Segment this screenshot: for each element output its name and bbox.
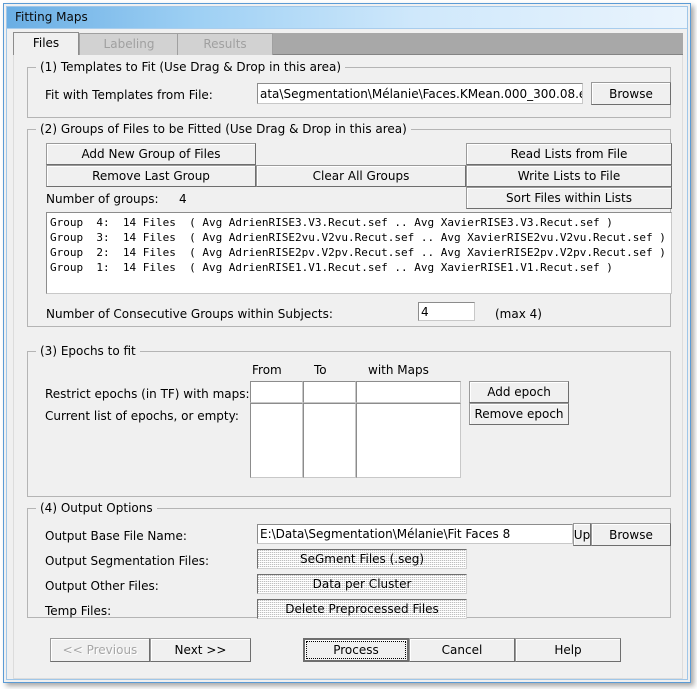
epochs-to-listbox[interactable] xyxy=(303,403,356,478)
templates-browse-button[interactable]: Browse xyxy=(591,82,671,105)
tab-results[interactable]: Results xyxy=(177,33,273,55)
window-inner-frame: Fitting Maps Files Labeling Results (1) … xyxy=(6,6,688,680)
cancel-button[interactable]: Cancel xyxy=(409,638,515,662)
epochs-with-maps-listbox[interactable] xyxy=(356,403,461,478)
epochs-column-to: To xyxy=(314,363,327,377)
sort-files-label: Sort Files within Lists xyxy=(506,191,632,205)
group-output-options: (4) Output Options Output Base File Name… xyxy=(27,501,671,619)
write-lists-label: Write Lists to File xyxy=(517,169,621,183)
read-lists-from-file-button[interactable]: Read Lists from File xyxy=(466,143,672,165)
consecutive-groups-max-label: (max 4) xyxy=(495,307,542,321)
group-epochs-to-fit: (3) Epochs to fit From To with Maps Rest… xyxy=(27,344,671,497)
add-new-group-label: Add New Group of Files xyxy=(81,147,221,161)
output-other-files-label: Output Other Files: xyxy=(45,579,159,593)
group-groups-legend: (2) Groups of Files to be Fitted (Use Dr… xyxy=(36,122,411,136)
consecutive-groups-label: Number of Consecutive Groups within Subj… xyxy=(46,307,333,321)
group-templates-legend: (1) Templates to Fit (Use Drag & Drop in… xyxy=(36,60,346,74)
consecutive-groups-input[interactable]: 4 xyxy=(418,302,475,321)
cancel-label: Cancel xyxy=(441,643,483,657)
current-list-epochs-label: Current list of epochs, or empty: xyxy=(45,409,239,423)
help-label: Help xyxy=(554,643,582,657)
tab-results-label: Results xyxy=(203,37,247,51)
group-output-legend: (4) Output Options xyxy=(36,501,157,515)
remove-last-group-button[interactable]: Remove Last Group xyxy=(46,165,256,187)
remove-epoch-label: Remove epoch xyxy=(474,407,564,421)
help-button[interactable]: Help xyxy=(515,638,621,662)
remove-epoch-button[interactable]: Remove epoch xyxy=(469,403,569,425)
add-new-group-button[interactable]: Add New Group of Files xyxy=(46,143,256,165)
epochs-from-listbox[interactable] xyxy=(250,403,303,478)
next-label: Next >> xyxy=(174,643,227,657)
epochs-column-with-maps: with Maps xyxy=(368,363,429,377)
tab-files-label: Files xyxy=(32,36,60,50)
group-templates-to-fit: (1) Templates to Fit (Use Drag & Drop in… xyxy=(27,60,671,118)
number-of-groups-value: 4 xyxy=(179,192,187,206)
segment-files-label: SeGment Files (.seg) xyxy=(299,552,425,566)
previous-button[interactable]: << Previous xyxy=(50,638,150,662)
title-bar[interactable]: Fitting Maps xyxy=(7,7,687,29)
group-epochs-legend: (3) Epochs to fit xyxy=(36,344,140,358)
output-up-button[interactable]: Up xyxy=(573,523,591,546)
restrict-with-maps-input[interactable] xyxy=(356,381,461,403)
read-lists-label: Read Lists from File xyxy=(510,147,628,161)
files-tab-panel: (1) Templates to Fit (Use Drag & Drop in… xyxy=(13,55,683,679)
restrict-from-input[interactable] xyxy=(250,381,303,403)
segment-files-toggle[interactable]: SeGment Files (.seg) xyxy=(257,549,467,569)
restrict-to-input[interactable] xyxy=(303,381,356,403)
window-title: Fitting Maps xyxy=(15,10,88,24)
output-segmentation-files-label: Output Segmentation Files: xyxy=(45,554,210,568)
data-per-cluster-label: Data per Cluster xyxy=(312,577,412,591)
write-lists-to-file-button[interactable]: Write Lists to File xyxy=(466,165,672,187)
template-file-value: ata\Segmentation\Mélanie\Faces.KMean.000… xyxy=(260,86,583,101)
group-groups-of-files: (2) Groups of Files to be Fitted (Use Dr… xyxy=(27,122,672,327)
output-base-name-value: E:\Data\Segmentation\Mélanie\Fit Faces 8 xyxy=(260,527,511,541)
clear-all-groups-label: Clear All Groups xyxy=(312,169,410,183)
output-browse-button[interactable]: Browse xyxy=(591,523,671,546)
templates-browse-label: Browse xyxy=(609,86,653,101)
output-base-name-input[interactable]: E:\Data\Segmentation\Mélanie\Fit Faces 8 xyxy=(257,524,573,544)
consecutive-groups-value: 4 xyxy=(421,304,429,319)
epochs-column-from: From xyxy=(252,363,282,377)
delete-preprocessed-files-label: Delete Preprocessed Files xyxy=(285,602,439,616)
number-of-groups-label: Number of groups: xyxy=(46,192,159,206)
template-file-input[interactable]: ata\Segmentation\Mélanie\Faces.KMean.000… xyxy=(257,83,583,104)
list-item[interactable]: Group 3: 14 Files ( Avg AdrienRISE2vu.V2… xyxy=(50,230,668,245)
groups-listbox[interactable]: Group 4: 14 Files ( Avg AdrienRISE3.V3.R… xyxy=(46,212,672,294)
tab-labeling-label: Labeling xyxy=(103,37,155,51)
process-button[interactable]: Process xyxy=(303,638,409,662)
output-base-file-name-label: Output Base File Name: xyxy=(45,529,187,543)
tab-strip: Files Labeling Results xyxy=(13,32,683,55)
add-epoch-label: Add epoch xyxy=(487,385,551,399)
restrict-epochs-label: Restrict epochs (in TF) with maps: xyxy=(45,387,250,401)
list-item[interactable]: Group 2: 14 Files ( Avg AdrienRISE2pv.V2… xyxy=(50,245,668,260)
remove-last-group-label: Remove Last Group xyxy=(92,169,210,183)
clear-all-groups-button[interactable]: Clear All Groups xyxy=(256,165,466,187)
list-item[interactable]: Group 4: 14 Files ( Avg AdrienRISE3.V3.R… xyxy=(50,215,668,230)
fit-with-templates-label: Fit with Templates from File: xyxy=(45,88,213,102)
next-button[interactable]: Next >> xyxy=(150,638,251,662)
output-up-label: Up xyxy=(573,527,591,542)
tab-labeling[interactable]: Labeling xyxy=(79,33,179,55)
data-per-cluster-toggle[interactable]: Data per Cluster xyxy=(257,574,467,594)
temp-files-label: Temp Files: xyxy=(45,604,112,618)
focus-ring xyxy=(306,641,406,659)
add-epoch-button[interactable]: Add epoch xyxy=(469,381,569,403)
previous-label: << Previous xyxy=(62,643,138,657)
output-browse-label: Browse xyxy=(609,527,653,542)
tab-files[interactable]: Files xyxy=(13,32,79,55)
list-item[interactable]: Group 1: 14 Files ( Avg AdrienRISE1.V1.R… xyxy=(50,260,668,275)
delete-preprocessed-files-toggle[interactable]: Delete Preprocessed Files xyxy=(257,599,467,619)
fitting-maps-window: Fitting Maps Files Labeling Results (1) … xyxy=(3,3,691,683)
sort-files-within-lists-button[interactable]: Sort Files within Lists xyxy=(466,187,672,209)
